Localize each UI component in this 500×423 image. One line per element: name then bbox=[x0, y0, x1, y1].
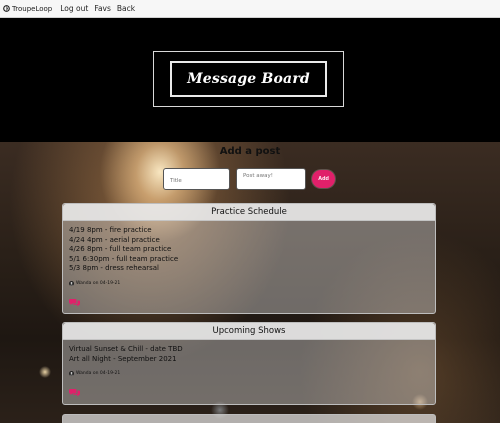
post-card: Practice Schedule 4/19 8pm - fire practi… bbox=[62, 203, 436, 314]
post-body: 4/19 8pm - fire practice 4/24 4pm - aeri… bbox=[63, 221, 435, 286]
page-title: Message Board bbox=[187, 71, 310, 87]
hero-inner-frame: Message Board bbox=[170, 61, 327, 97]
comments-icon[interactable] bbox=[69, 388, 80, 397]
post-line: Virtual Sunset & Chill - date TBD bbox=[69, 345, 183, 353]
navbar: TroupeLoop Log out Favs Back bbox=[0, 0, 500, 18]
brand-label: TroupeLoop bbox=[12, 4, 53, 13]
post-line: 4/26 8pm - full team practice bbox=[69, 245, 172, 254]
post-title: Upcoming Shows bbox=[63, 323, 435, 340]
post-title: Practice Schedule bbox=[63, 204, 435, 221]
add-button[interactable]: Add bbox=[312, 170, 335, 188]
brand-link[interactable]: TroupeLoop bbox=[3, 5, 52, 13]
comments-icon[interactable] bbox=[69, 298, 80, 307]
post-input[interactable] bbox=[236, 168, 306, 190]
post-author-date: Wanda on 04-19-21 bbox=[76, 371, 121, 377]
main-content: Add a post Add Practice Schedule 4/19 8p… bbox=[0, 142, 500, 423]
post-body: Virtual Sunset & Chill - date TBD Art al… bbox=[63, 340, 435, 377]
favs-link[interactable]: Favs bbox=[94, 4, 111, 13]
post-card: Upcoming Shows Virtual Sunset & Chill - … bbox=[62, 322, 436, 405]
post-line: Art all Night - September 2021 bbox=[69, 354, 177, 363]
back-link[interactable]: Back bbox=[117, 4, 135, 13]
post-line: 5/1 6:30pm - full team practice bbox=[69, 254, 179, 263]
post-line: 4/24 4pm - aerial practice bbox=[69, 235, 160, 244]
post-card-partial bbox=[62, 414, 436, 423]
post-line: 5/3 8pm - dress rehearsal bbox=[69, 264, 159, 273]
hero-frame: Message Board bbox=[153, 51, 344, 107]
add-post-heading: Add a post bbox=[219, 146, 281, 157]
hero-banner: Message Board bbox=[0, 18, 500, 142]
user-icon bbox=[69, 371, 74, 377]
logout-link[interactable]: Log out bbox=[60, 4, 88, 13]
post-meta: Wanda on 04-19-21 bbox=[69, 371, 435, 377]
post-author-date: Wanda on 04-19-21 bbox=[76, 280, 121, 286]
user-icon bbox=[69, 280, 74, 286]
post-line: 4/19 8pm - fire practice bbox=[69, 226, 152, 234]
title-input[interactable] bbox=[163, 168, 230, 190]
loop-logo-icon bbox=[3, 5, 10, 12]
post-meta: Wanda on 04-19-21 bbox=[69, 280, 435, 286]
